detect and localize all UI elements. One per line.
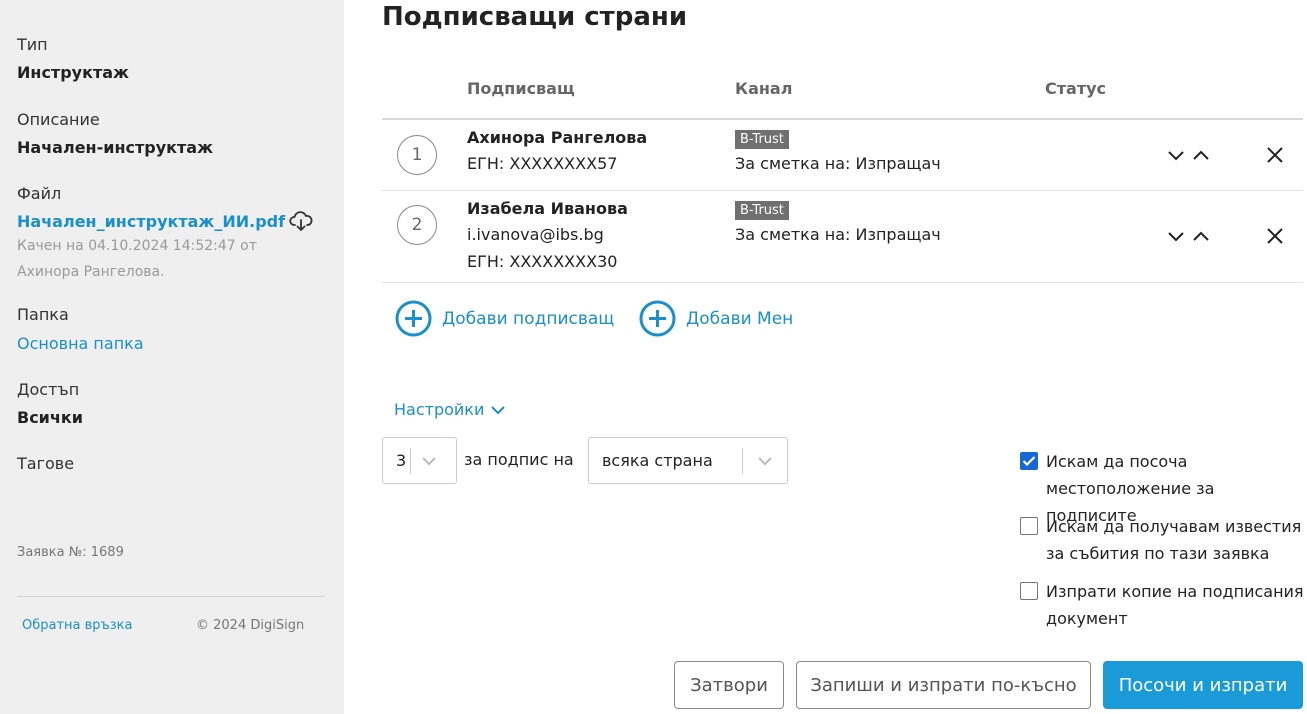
signature-count-value: 3 (396, 451, 407, 470)
description-value: Начален-инструктаж (17, 138, 213, 157)
sign-for-label: за подпис на (464, 450, 574, 469)
chevron-up-icon[interactable] (1190, 144, 1212, 166)
signer-id: ЕГН: XXXXXXXX57 (467, 154, 618, 173)
settings-toggle[interactable]: Настройки (394, 400, 506, 419)
plus-circle-icon (639, 300, 676, 337)
chevron-down-icon (422, 456, 436, 465)
checkmark-icon (1022, 456, 1036, 467)
page-title: Подписващи страни (382, 2, 688, 32)
notifications-label: Искам да получавам известия за събития п… (1046, 517, 1302, 563)
chevron-down-icon (491, 405, 506, 414)
close-icon[interactable] (1264, 144, 1286, 166)
signer-index: 1 (397, 135, 437, 175)
signature-count-select[interactable]: 3 (382, 437, 457, 484)
copyright: © 2024 DigiSign (196, 618, 305, 633)
chevron-down-icon[interactable] (1165, 225, 1187, 247)
channel-badge: B-Trust (735, 130, 789, 149)
add-me-label: Добави Мен (686, 308, 794, 329)
channel-account: За сметка на: Изпращач (735, 225, 941, 244)
channel-badge: B-Trust (735, 201, 789, 220)
file-label: Файл (17, 184, 62, 203)
location-checkbox[interactable] (1020, 452, 1038, 470)
file-upload-info: Качен на 04.10.2024 14:52:47 от Ахинора … (17, 233, 297, 285)
signer-email: i.ivanova@ibs.bg (467, 225, 604, 244)
party-select[interactable]: всяка страна (588, 437, 788, 484)
access-label: Достъп (17, 380, 80, 399)
sidebar-divider (17, 596, 325, 597)
column-header-channel: Канал (735, 79, 793, 98)
chevron-down-icon[interactable] (1165, 144, 1187, 166)
send-copy-checkbox[interactable] (1020, 582, 1038, 600)
chevron-up-icon[interactable] (1190, 225, 1212, 247)
file-name[interactable]: Начален_инструктаж_ИИ.pdf (17, 212, 285, 231)
party-select-value: всяка страна (602, 451, 713, 470)
folder-link[interactable]: Основна папка (17, 334, 144, 353)
row-divider (382, 190, 1303, 191)
close-icon[interactable] (1264, 225, 1286, 247)
table-header-divider (382, 118, 1303, 120)
signer-index: 2 (397, 205, 437, 245)
signer-id: ЕГН: XXXXXXXX30 (467, 252, 618, 271)
select-separator (410, 447, 411, 474)
save-later-button[interactable]: Запиши и изпрати по-късно (796, 661, 1091, 709)
request-number: Заявка №: 1689 (17, 545, 124, 560)
type-label: Тип (17, 35, 48, 54)
file-download-link[interactable]: Начален_инструктаж_ИИ.pdf (17, 210, 313, 232)
signer-name: Ахинора Рангелова (467, 128, 648, 147)
signer-name: Изабела Иванова (467, 199, 628, 218)
send-copy-label: Изпрати копие на подписания документ (1046, 582, 1304, 628)
select-separator (742, 447, 743, 474)
plus-circle-icon (395, 300, 432, 337)
column-header-status: Статус (1045, 79, 1106, 98)
chevron-down-icon (758, 456, 772, 465)
type-value: Инструктаж (17, 63, 129, 82)
sidebar: Тип Инструктаж Описание Начален-инструкт… (0, 0, 344, 714)
access-value: Всички (17, 408, 83, 427)
folder-label: Папка (17, 305, 69, 324)
file-uploader: Ахинора Рангелова. (17, 264, 165, 280)
feedback-link[interactable]: Обратна връзка (22, 618, 132, 633)
channel-account: За сметка на: Изпращач (735, 154, 941, 173)
column-header-signer: Подписващ (467, 79, 575, 98)
file-upload-date: Качен на 04.10.2024 14:52:47 от (17, 238, 257, 254)
add-signer-label: Добави подписващ (442, 308, 615, 329)
notifications-checkbox[interactable] (1020, 517, 1038, 535)
add-me-button[interactable]: Добави Мен (639, 300, 793, 337)
add-signer-button[interactable]: Добави подписващ (395, 300, 614, 337)
tags-label: Тагове (17, 454, 75, 473)
close-button[interactable]: Затвори (674, 661, 784, 709)
option-notifications[interactable]: Искам да получавам известия за събития п… (1020, 513, 1306, 567)
row-divider (382, 282, 1303, 283)
description-label: Описание (17, 110, 100, 129)
download-cloud-icon[interactable] (289, 210, 313, 232)
settings-label: Настройки (394, 400, 485, 419)
submit-button[interactable]: Посочи и изпрати (1103, 661, 1303, 709)
option-send-copy[interactable]: Изпрати копие на подписания документ (1020, 578, 1306, 632)
